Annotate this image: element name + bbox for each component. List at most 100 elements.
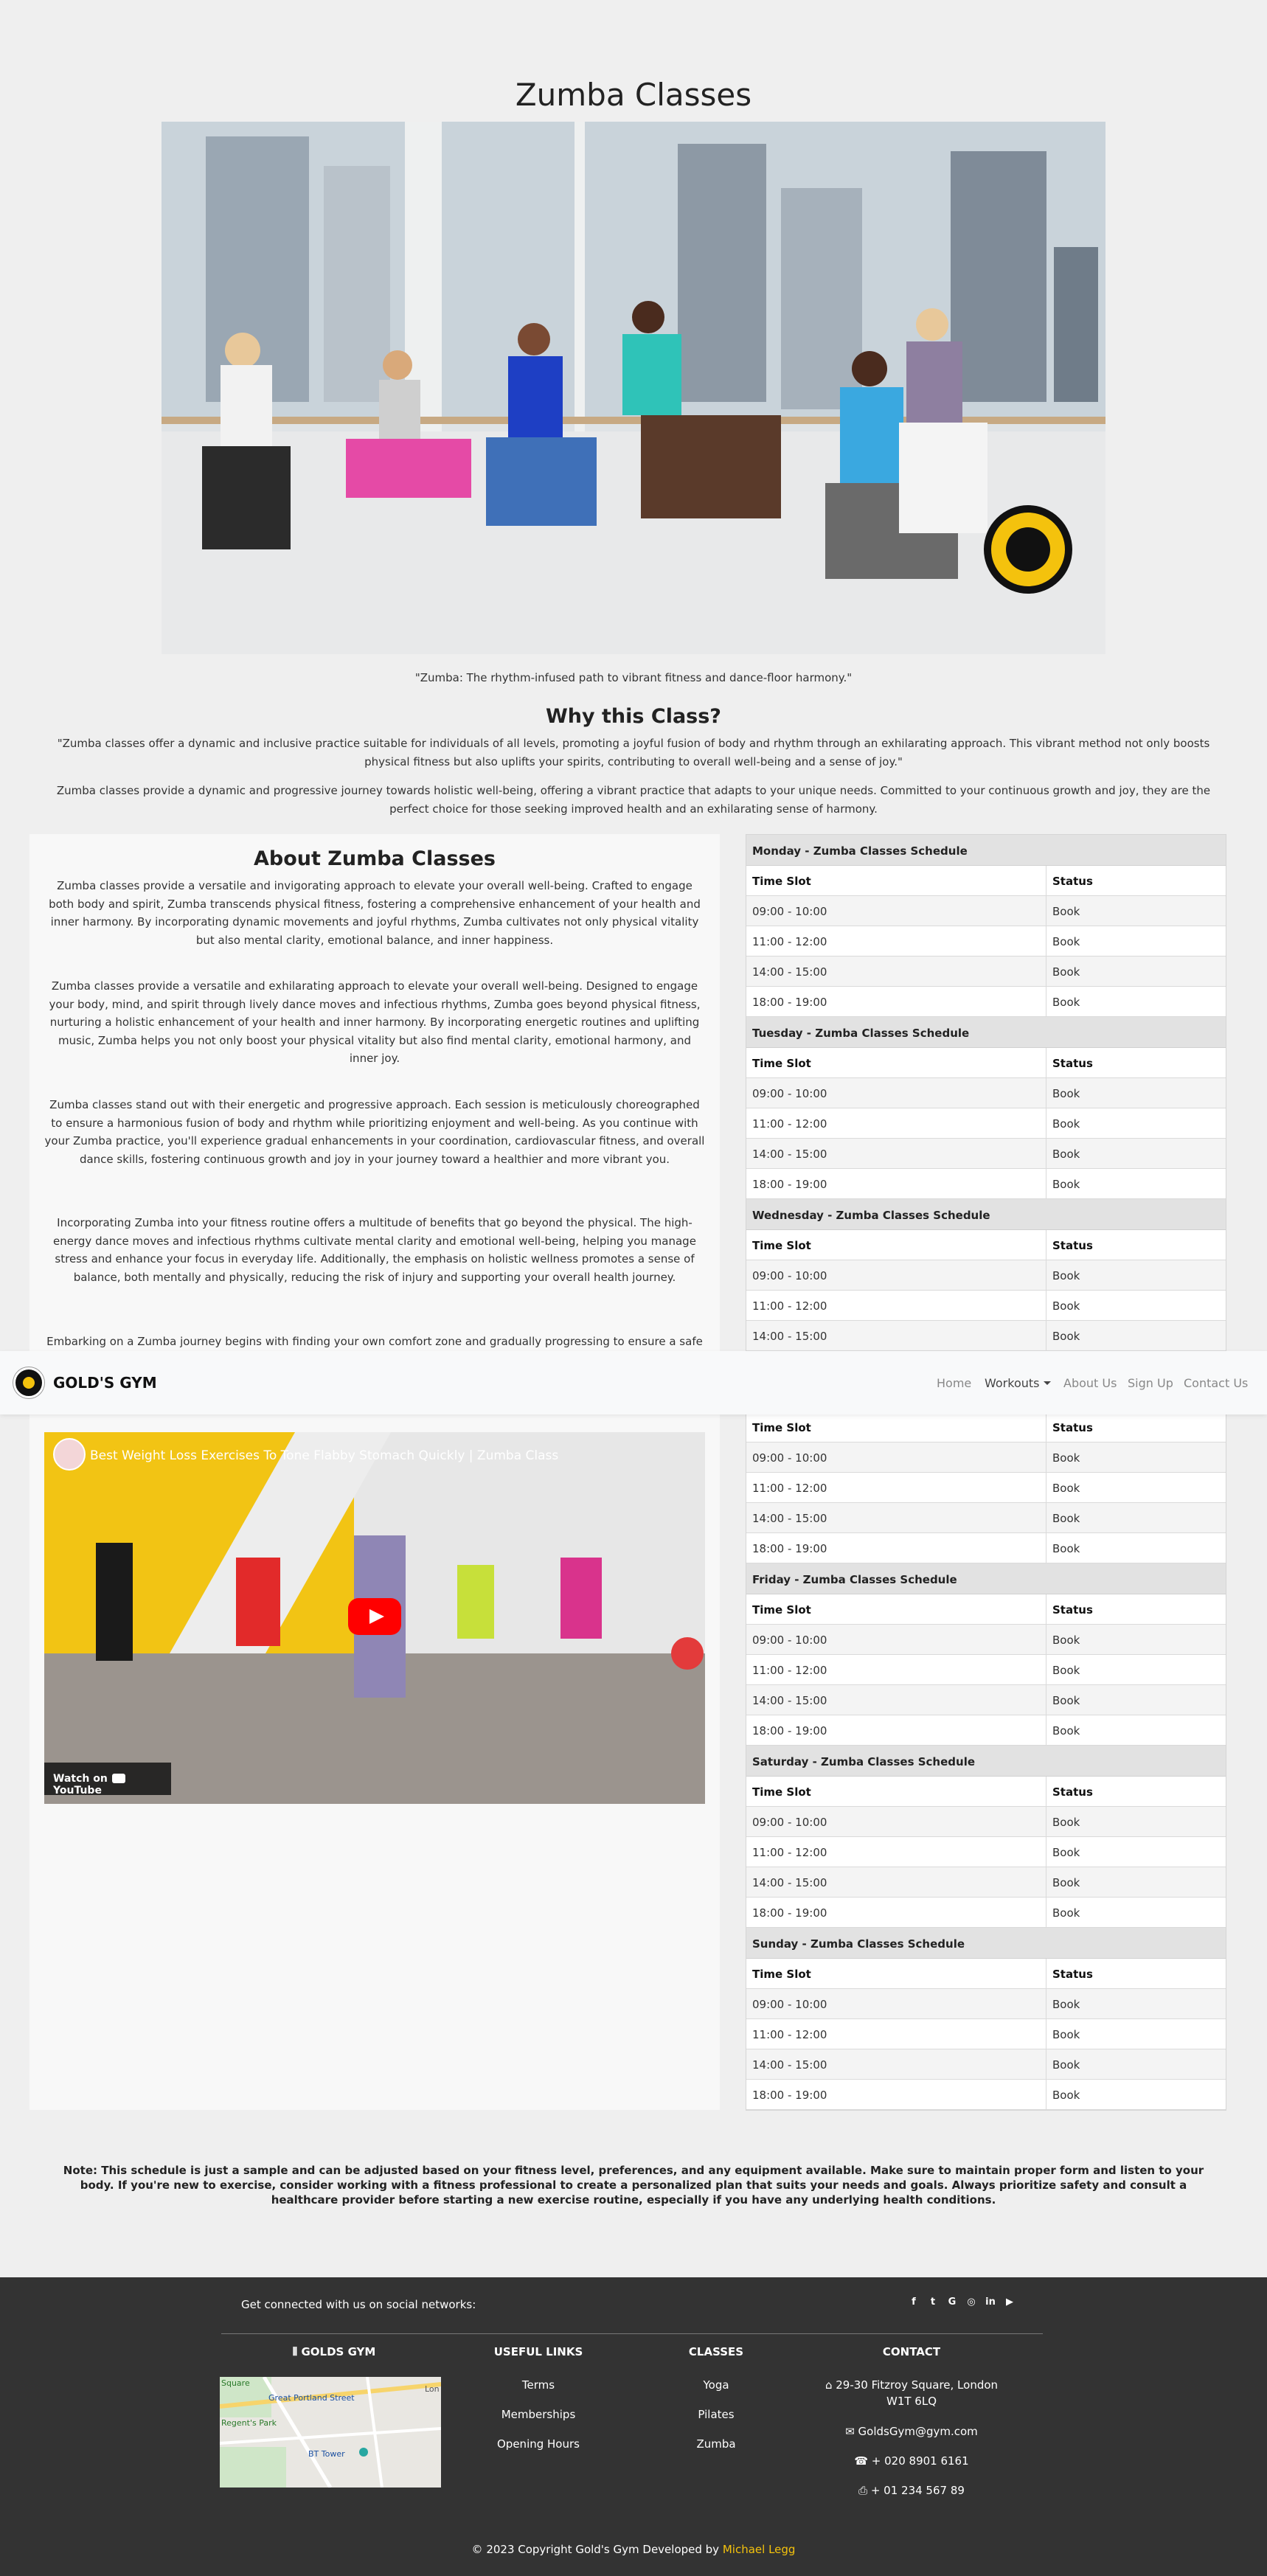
copyright: © 2023 Copyright Gold's Gym Developed by…: [0, 2543, 1267, 2556]
day-schedule-title: Wednesday - Zumba Classes Schedule: [746, 1199, 1226, 1230]
nav-contact[interactable]: Contact Us: [1184, 1376, 1248, 1390]
table-row: 18:00 - 19:00Book: [746, 1169, 1226, 1199]
schedule-header-row: Time Slot Status: [746, 866, 1226, 896]
book-link[interactable]: Book: [1046, 1260, 1226, 1290]
table-row: 11:00 - 12:00 Book: [746, 1655, 1226, 1685]
channel-avatar[interactable]: [53, 1438, 86, 1471]
google-icon[interactable]: G: [947, 2296, 957, 2308]
time-slot-cell: 14:00 - 15:00: [746, 2049, 1046, 2079]
table-row: 14:00 - 15:00 Book: [746, 1321, 1226, 1351]
youtube-icon[interactable]: ▶: [1004, 2296, 1015, 2308]
book-link[interactable]: Book: [1046, 1837, 1226, 1867]
envelope-icon: ✉: [845, 2425, 858, 2438]
table-row: 11:00 - 12:00 Book: [746, 1108, 1226, 1139]
time-slot-header: Time Slot: [746, 1777, 1046, 1806]
twitter-icon[interactable]: t: [928, 2296, 938, 2308]
book-link[interactable]: Book: [1046, 1169, 1226, 1198]
footer-divider: [221, 2333, 1043, 2334]
book-link[interactable]: Book: [1046, 1989, 1226, 2018]
table-row: 14:00 - 15:00 Book: [746, 1867, 1226, 1898]
nav-signup[interactable]: Sign Up: [1128, 1376, 1173, 1390]
table-row: 18:00 - 19:00Book: [746, 2080, 1226, 2110]
time-slot-header: Time Slot: [746, 1048, 1046, 1077]
book-link[interactable]: Book: [1046, 1867, 1226, 1897]
day-schedule-title: Friday - Zumba Classes Schedule: [746, 1563, 1226, 1594]
footer-class-zumba[interactable]: Zumba: [661, 2437, 771, 2451]
why-paragraph-2: Zumba classes provide a dynamic and prog…: [56, 784, 1211, 816]
footer-link-opening-hours[interactable]: Opening Hours: [483, 2437, 594, 2451]
table-row: 09:00 - 10:00 Book: [746, 896, 1226, 926]
page-title: Zumba Classes: [515, 77, 752, 113]
contact-address: ⌂ 29-30 Fitzroy Square, London W1T 6LQ: [816, 2377, 1007, 2409]
book-link[interactable]: Book: [1046, 1108, 1226, 1138]
linkedin-icon[interactable]: in: [985, 2296, 996, 2308]
copyright-text: © 2023 Copyright Gold's Gym Developed by: [471, 2543, 720, 2556]
time-slot-cell: 11:00 - 12:00: [746, 1655, 1046, 1684]
navbar: GOLD'S GYM Home Workouts About Us Sign U…: [0, 1351, 1267, 1414]
book-link[interactable]: Book: [1046, 957, 1226, 986]
time-slot-header: Time Slot: [746, 1594, 1046, 1624]
footer-link-terms[interactable]: Terms: [483, 2378, 594, 2392]
time-slot-cell: 14:00 - 15:00: [746, 1139, 1046, 1168]
footer-link-memberships[interactable]: Memberships: [483, 2408, 594, 2421]
book-link[interactable]: Book: [1046, 1625, 1226, 1654]
contact-email[interactable]: ✉ GoldsGym@gym.com: [816, 2423, 1007, 2440]
map-label-street: Great Portland Street: [268, 2393, 355, 2403]
nav-workouts[interactable]: Workouts: [985, 1376, 1052, 1390]
nav-about[interactable]: About Us: [1063, 1376, 1117, 1390]
book-link[interactable]: Book: [1046, 1807, 1226, 1836]
video-embed[interactable]: Best Weight Loss Exercises To Tone Flabb…: [44, 1432, 705, 1804]
book-link[interactable]: Book: [1046, 1715, 1226, 1745]
book-link[interactable]: Book: [1046, 1533, 1226, 1563]
book-link[interactable]: Book: [1046, 1685, 1226, 1715]
time-slot-cell: 09:00 - 10:00: [746, 1078, 1046, 1108]
nav-home[interactable]: Home: [937, 1376, 971, 1390]
book-link[interactable]: Book: [1046, 2049, 1226, 2079]
map-label-corner: Lon: [425, 2384, 440, 2394]
about-paragraph-3: Zumba classes stand out with their energ…: [44, 1098, 705, 1166]
book-link[interactable]: Book: [1046, 987, 1226, 1016]
status-header: Status: [1052, 1603, 1093, 1617]
time-slot-cell: 14:00 - 15:00: [746, 1321, 1046, 1350]
time-slot-cell: 18:00 - 19:00: [746, 1898, 1046, 1927]
phone-icon: ☎: [854, 2454, 872, 2468]
time-slot-cell: 11:00 - 12:00: [746, 2019, 1046, 2049]
table-row: 09:00 - 10:00 Book: [746, 1078, 1226, 1108]
book-link[interactable]: Book: [1046, 2019, 1226, 2049]
footer-class-yoga[interactable]: Yoga: [661, 2378, 771, 2392]
book-link[interactable]: Book: [1046, 1898, 1226, 1927]
instagram-icon[interactable]: ◎: [966, 2296, 976, 2308]
play-button[interactable]: [348, 1598, 401, 1635]
book-link[interactable]: Book: [1046, 926, 1226, 956]
contact-address-text: 29-30 Fitzroy Square, London W1T 6LQ: [836, 2378, 999, 2408]
schedule-header-row: Time Slot Status: [746, 1777, 1226, 1807]
book-link[interactable]: Book: [1046, 1503, 1226, 1532]
book-link[interactable]: Book: [1046, 1473, 1226, 1502]
golds-gym-logo[interactable]: [13, 1367, 44, 1398]
footer-map[interactable]: Square Great Portland Street Regent's Pa…: [220, 2377, 441, 2488]
video-title[interactable]: Best Weight Loss Exercises To Tone Flabb…: [90, 1448, 558, 1463]
book-link[interactable]: Book: [1046, 896, 1226, 926]
footer-class-pilates[interactable]: Pilates: [661, 2408, 771, 2421]
table-row: 09:00 - 10:00 Book: [746, 1260, 1226, 1291]
brand-name[interactable]: GOLD'S GYM: [53, 1374, 157, 1392]
table-row: 18:00 - 19:00Book: [746, 987, 1226, 1017]
book-link[interactable]: Book: [1046, 1291, 1226, 1320]
developer-link[interactable]: Michael Legg: [723, 2543, 796, 2556]
table-row: 18:00 - 19:00Book: [746, 1533, 1226, 1563]
contact-phone[interactable]: ☎ + 020 8901 6161: [816, 2453, 1007, 2469]
time-slot-cell: 11:00 - 12:00: [746, 1837, 1046, 1867]
book-link[interactable]: Book: [1046, 1139, 1226, 1168]
watch-on-youtube-button[interactable]: Watch onYouTube: [44, 1763, 171, 1796]
map-label-square: Square: [221, 2378, 250, 2388]
book-link[interactable]: Book: [1046, 1443, 1226, 1472]
book-link[interactable]: Book: [1046, 2080, 1226, 2109]
schedule-header-row: Time Slot Status: [746, 1594, 1226, 1625]
facebook-icon[interactable]: f: [909, 2296, 919, 2308]
book-link[interactable]: Book: [1046, 1078, 1226, 1108]
time-slot-cell: 11:00 - 12:00: [746, 926, 1046, 956]
book-link[interactable]: Book: [1046, 1321, 1226, 1350]
status-header: Status: [1052, 1421, 1093, 1434]
table-row: 14:00 - 15:00 Book: [746, 1685, 1226, 1715]
book-link[interactable]: Book: [1046, 1655, 1226, 1684]
